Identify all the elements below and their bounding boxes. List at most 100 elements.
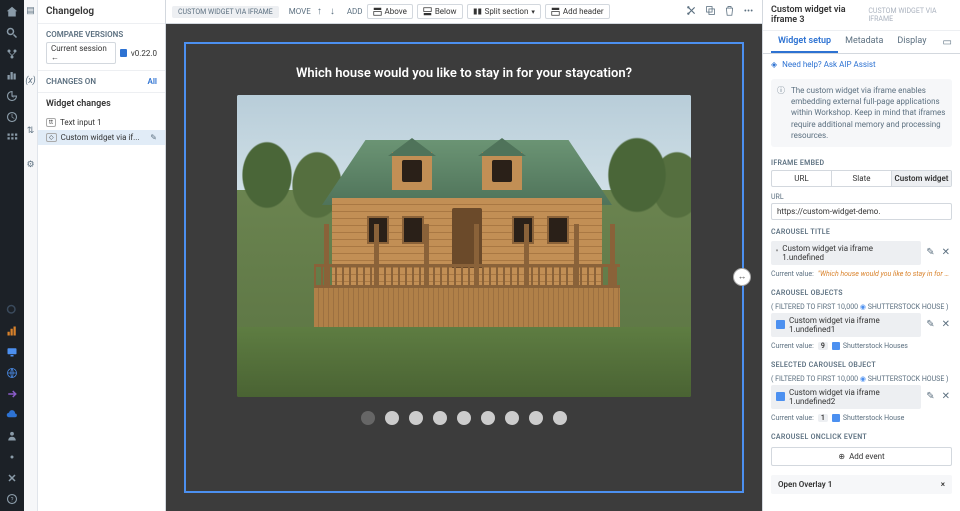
canvas: Which house would you like to stay in fo…: [166, 24, 762, 511]
clear-icon[interactable]: ✕: [940, 389, 952, 404]
carousel-dot[interactable]: [529, 411, 543, 425]
page-icon[interactable]: ▤: [26, 6, 35, 16]
changelog-panel: Changelog COMPARE VERSIONS Current sessi…: [38, 0, 166, 511]
monitor-icon[interactable]: [6, 346, 18, 358]
carousel-objects-label: CAROUSEL OBJECTS: [763, 281, 960, 300]
svg-text:?: ?: [11, 496, 14, 503]
carousel-title-label: CAROUSEL TITLE: [763, 220, 960, 239]
inspector-panel: Custom widget via iframe 3 CUSTOM WIDGET…: [762, 0, 960, 511]
below-button[interactable]: Below: [417, 4, 463, 19]
edit-icon[interactable]: ✎: [924, 317, 936, 332]
selected-object-chip[interactable]: Custom widget via iframe 1.undefined2: [771, 385, 921, 409]
help-link[interactable]: ◈ Need help? Ask AIP Assist: [763, 54, 960, 75]
carousel-dot[interactable]: [457, 411, 471, 425]
person-icon[interactable]: [6, 430, 18, 442]
left-nav: ?: [0, 0, 24, 511]
gear-icon[interactable]: ⚙: [26, 160, 34, 170]
clock-icon[interactable]: [6, 111, 18, 123]
close-icon[interactable]: ×: [941, 480, 945, 489]
clear-icon[interactable]: ✕: [940, 245, 952, 260]
carousel-dots: [361, 411, 567, 425]
info-icon: ⓘ: [777, 85, 785, 141]
seg-url[interactable]: URL: [772, 171, 832, 186]
help-icon[interactable]: ?: [6, 493, 18, 505]
url-input[interactable]: https://custom-widget-demo.: [771, 203, 952, 220]
seg-slate[interactable]: Slate: [832, 171, 892, 186]
widget-frame[interactable]: Which house would you like to stay in fo…: [184, 42, 744, 493]
objects-count: 9: [818, 342, 828, 350]
edit-icon[interactable]: ✎: [924, 245, 936, 260]
all-link[interactable]: All: [148, 77, 158, 86]
plus-icon: ⊕: [838, 452, 845, 461]
main-area: CUSTOM WIDGET VIA IFRAME MOVE ↑ ↓ ADD Ab…: [166, 0, 762, 511]
grid-icon[interactable]: [6, 132, 18, 144]
edit-icon[interactable]: ✎: [150, 133, 157, 142]
history-icon[interactable]: [6, 90, 18, 102]
carousel-dot[interactable]: [433, 411, 447, 425]
seg-custom[interactable]: Custom widget: [892, 171, 951, 186]
carousel-dot[interactable]: [481, 411, 495, 425]
embed-segment: URL Slate Custom widget: [771, 170, 952, 187]
home-icon[interactable]: [6, 6, 18, 18]
url-label: URL: [763, 187, 960, 203]
carousel-objects-chip[interactable]: Custom widget via iframe 1.undefined1: [771, 313, 921, 337]
more-icon[interactable]: [741, 3, 756, 21]
cut-icon[interactable]: [684, 3, 699, 21]
swap-icon[interactable]: ⇅: [27, 126, 35, 136]
globe-icon[interactable]: [6, 367, 18, 379]
side-column: ▤ (x) ⇅ ⚙: [24, 0, 38, 511]
overlay-row[interactable]: Open Overlay 1 ×: [771, 475, 952, 494]
changes-on-label: CHANGES ON: [46, 77, 96, 86]
fx-icon[interactable]: (x): [25, 76, 35, 86]
carousel-dot[interactable]: [361, 411, 375, 425]
breadcrumb: CUSTOM WIDGET VIA IFRAME: [172, 6, 279, 18]
carousel-question: Which house would you like to stay in fo…: [296, 66, 632, 81]
edit-icon[interactable]: ✎: [924, 389, 936, 404]
tab-display[interactable]: Display: [890, 31, 933, 53]
custom-widget-item[interactable]: ◇ Custom widget via if... ✎: [38, 130, 165, 145]
carousel-title-value: "Which house would you like to stay in f…: [818, 270, 952, 278]
chart-icon[interactable]: [6, 69, 18, 81]
magnifier-icon[interactable]: [6, 304, 18, 316]
version-icon: [120, 49, 127, 57]
add-label: ADD: [347, 7, 363, 16]
above-button[interactable]: Above: [367, 4, 413, 19]
copy-icon[interactable]: [703, 3, 718, 21]
move-down-icon[interactable]: ↓: [328, 4, 337, 19]
carousel-dot[interactable]: [553, 411, 567, 425]
move-label: MOVE: [289, 7, 311, 16]
carousel-dot[interactable]: [409, 411, 423, 425]
onclick-label: CAROUSEL ONCLICK EVENT: [763, 425, 960, 444]
move-up-icon[interactable]: ↑: [315, 4, 324, 19]
changelog-title: Changelog: [46, 6, 94, 17]
current-session-pill[interactable]: Current session ←: [46, 42, 116, 64]
carousel-dot[interactable]: [505, 411, 519, 425]
version-label: v0.22.0: [131, 49, 157, 58]
tab-widget-setup[interactable]: Widget setup: [771, 31, 838, 53]
tab-metadata[interactable]: Metadata: [838, 31, 890, 53]
clear-icon[interactable]: ✕: [940, 317, 952, 332]
dot-icon[interactable]: [6, 451, 18, 463]
search-icon[interactable]: [6, 27, 18, 39]
carousel-dot[interactable]: [385, 411, 399, 425]
info-box: ⓘ The custom widget via iframe enables e…: [771, 79, 952, 147]
text-input-item[interactable]: tt Text input 1: [38, 115, 165, 130]
cloud-icon[interactable]: [6, 409, 18, 421]
close-nav-icon[interactable]: [6, 472, 18, 484]
selected-object-label: SELECTED CAROUSEL OBJECT: [763, 353, 960, 372]
inspector-title: Custom widget via iframe 3: [771, 5, 868, 25]
delete-icon[interactable]: [722, 3, 737, 21]
resize-handle[interactable]: ↔: [733, 268, 751, 286]
canvas-toolbar: CUSTOM WIDGET VIA IFRAME MOVE ↑ ↓ ADD Ab…: [166, 0, 762, 24]
carousel-title-chip[interactable]: "Custom widget via iframe 1.undefined: [771, 241, 921, 265]
header-button[interactable]: Add header: [545, 4, 610, 19]
iframe-embed-label: IFRAME EMBED: [763, 151, 960, 170]
inspector-tabs: Widget setup Metadata Display ▭: [763, 31, 960, 54]
diagram-icon[interactable]: [6, 48, 18, 60]
add-event-button[interactable]: ⊕Add event: [771, 447, 952, 466]
book-icon[interactable]: ▭: [943, 37, 952, 48]
bar-chart-icon[interactable]: [6, 325, 18, 337]
split-button[interactable]: Split section▾: [467, 4, 541, 19]
arrow-icon[interactable]: [6, 388, 18, 400]
carousel-image: [237, 95, 691, 397]
